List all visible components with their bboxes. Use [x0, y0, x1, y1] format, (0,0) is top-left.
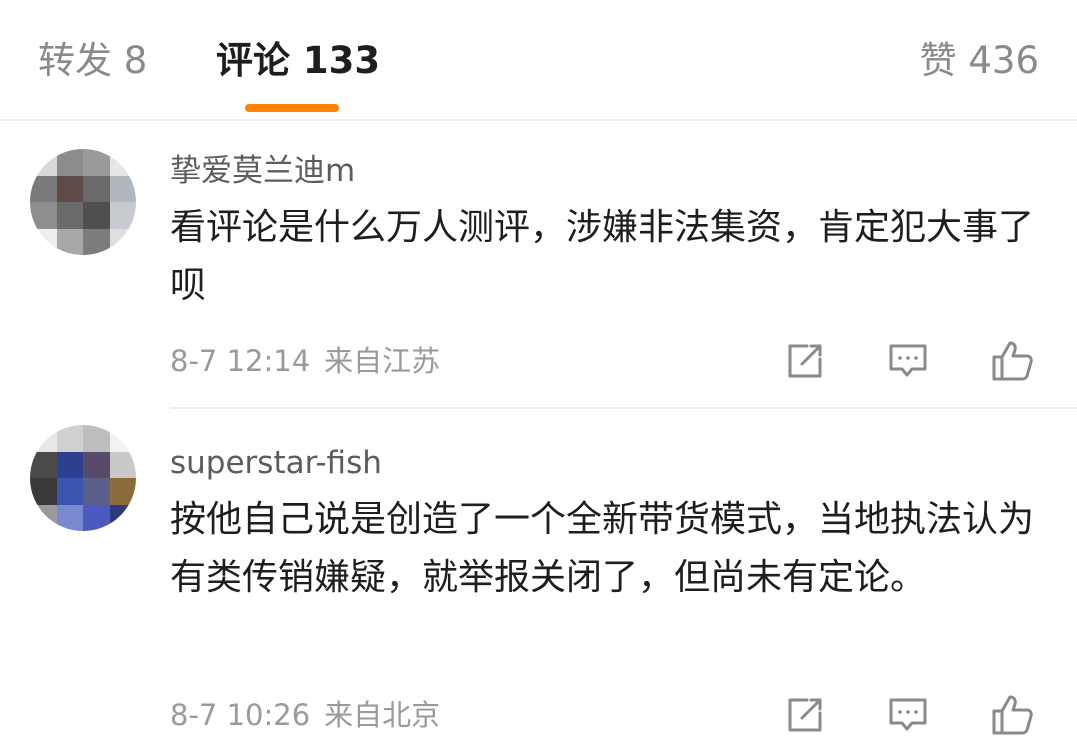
- avatar-pixel: [83, 425, 110, 452]
- share-icon: [788, 344, 822, 378]
- avatar-pixel: [56, 478, 83, 505]
- avatar-pixel: [109, 478, 136, 505]
- avatar-pixel: [109, 425, 136, 452]
- avatar-pixel: [109, 228, 136, 255]
- avatar-pixel: [30, 425, 57, 452]
- avatar-pixel: [83, 451, 110, 478]
- comment-username[interactable]: 挚爱莫兰迪m: [170, 151, 355, 191]
- comment-tab-bar: 转发 8 评论 133 赞 436: [0, 0, 1077, 121]
- avatar-pixel: [30, 228, 57, 255]
- comment-meta: 8-7 12:14 来自江苏: [170, 341, 440, 381]
- thumbs-up-icon: [992, 695, 1033, 735]
- avatar-pixel: [109, 451, 136, 478]
- avatar-pixel: [30, 504, 57, 531]
- avatar[interactable]: [30, 425, 136, 531]
- share-icon: [788, 698, 822, 732]
- avatar-pixel: [56, 451, 83, 478]
- avatar-pixel: [83, 175, 110, 202]
- like-button[interactable]: [990, 693, 1034, 737]
- avatar-pixel: [56, 425, 83, 452]
- comment-text: 看评论是什么万人测评，涉嫌非法集资，肯定犯大事了呗: [170, 207, 1035, 306]
- avatar-pixel: [83, 478, 110, 505]
- avatar-pixel: [109, 149, 136, 176]
- like-button[interactable]: [990, 339, 1034, 383]
- comment-icon: [889, 344, 927, 377]
- comment-text: 按他自己说是创造了一个全新带货模式，当地执法认为有类传销嫌疑，就举报关闭了，但尚…: [170, 499, 1035, 598]
- avatar-pixel: [30, 478, 57, 505]
- comment-date: 8-7 12:14: [170, 344, 311, 378]
- avatar-pixel: [83, 228, 110, 255]
- avatar-pixel: [56, 504, 83, 531]
- avatar-pixel: [83, 202, 110, 229]
- avatar-pixel: [56, 175, 83, 202]
- avatar-pixel: [56, 149, 83, 176]
- tab-comments[interactable]: 评论 133: [216, 38, 380, 84]
- avatar-pixel: [30, 451, 57, 478]
- reply-button[interactable]: [886, 693, 930, 737]
- comment-date: 8-7 10:26: [170, 698, 311, 732]
- comment-location: 来自北京: [324, 698, 441, 732]
- avatar-pixel: [56, 202, 83, 229]
- avatar-pixel: [56, 228, 83, 255]
- share-button[interactable]: [783, 339, 827, 383]
- comment-icon: [889, 698, 927, 731]
- avatar-pixel: [109, 202, 136, 229]
- avatar-pixel: [30, 175, 57, 202]
- tab-likes[interactable]: 赞 436: [920, 38, 1039, 84]
- comment-location: 来自江苏: [324, 344, 441, 378]
- share-button[interactable]: [783, 693, 827, 737]
- reply-button[interactable]: [886, 339, 930, 383]
- thumbs-up-icon: [992, 341, 1033, 381]
- avatar-pixel: [109, 175, 136, 202]
- comment-meta: 8-7 10:26 来自北京: [170, 695, 440, 735]
- avatar-pixel: [30, 202, 57, 229]
- avatar-pixel: [30, 149, 57, 176]
- avatar-pixel: [83, 149, 110, 176]
- comment-item: superstar-fish 按他自己说是创造了一个全新带货模式，当地执法认为有…: [0, 409, 1077, 737]
- avatar-pixel: [83, 504, 110, 531]
- comment-username[interactable]: superstar-fish: [170, 443, 382, 483]
- comment-item: 挚爱莫兰迪m 看评论是什么万人测评，涉嫌非法集资，肯定犯大事了呗 8-7 12:…: [0, 121, 1077, 407]
- avatar-pixel: [109, 504, 136, 531]
- active-tab-indicator: [245, 104, 339, 112]
- avatar[interactable]: [30, 149, 136, 255]
- tab-repost[interactable]: 转发 8: [38, 38, 147, 84]
